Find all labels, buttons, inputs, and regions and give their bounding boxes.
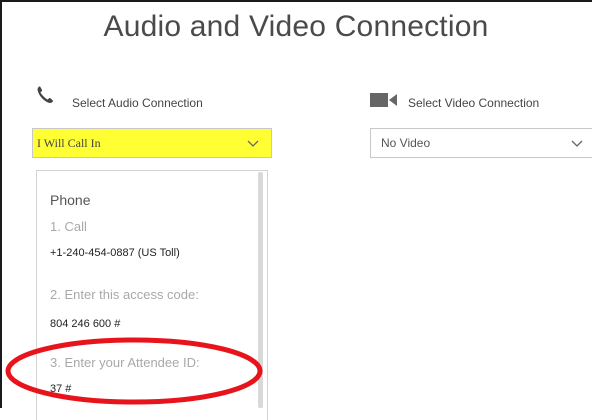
- page-title: Audio and Video Connection: [103, 10, 489, 43]
- phone-number: +1-240-454-0887 (US Toll): [50, 247, 180, 259]
- attendee-id: 37 #: [50, 383, 72, 395]
- video-connection-selected-value: No Video: [381, 136, 431, 150]
- chevron-down-icon: [247, 140, 259, 147]
- step-attendee-id-label: 3. Enter your Attendee ID:: [50, 355, 200, 370]
- audio-connection-dropdown[interactable]: I Will Call In: [32, 128, 272, 158]
- phone-icon: [37, 86, 54, 104]
- step-access-code-label: 2. Enter this access code:: [50, 287, 199, 302]
- step-call-label: 1. Call: [50, 219, 87, 234]
- video-connection-dropdown[interactable]: No Video: [370, 128, 592, 158]
- panel-scrollbar[interactable]: [258, 172, 263, 408]
- video-camera-icon: [370, 93, 397, 107]
- audio-connection-label: Select Audio Connection: [72, 96, 203, 110]
- chevron-down-icon: [571, 140, 583, 147]
- access-code: 804 246 600 #: [50, 318, 121, 330]
- video-connection-label: Select Video Connection: [408, 96, 540, 110]
- phone-heading: Phone: [50, 192, 91, 208]
- audio-connection-selected-value: I Will Call In: [37, 135, 101, 150]
